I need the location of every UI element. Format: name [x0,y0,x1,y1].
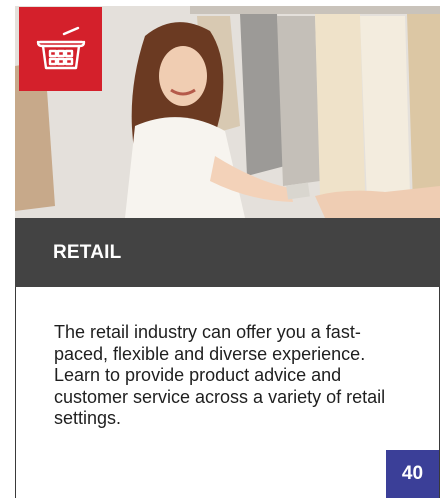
card-body: The retail industry can offer you a fast… [15,287,440,498]
shopping-basket-badge [19,7,102,91]
shopping-basket-icon [36,26,85,70]
retail-card: RETAIL The retail industry can offer you… [15,6,440,498]
title-bar: RETAIL [15,218,440,287]
card-title: RETAIL [53,241,122,263]
retail-photo [15,6,440,218]
card-description: The retail industry can offer you a fast… [54,322,386,428]
page-number-badge: 40 [386,450,439,498]
